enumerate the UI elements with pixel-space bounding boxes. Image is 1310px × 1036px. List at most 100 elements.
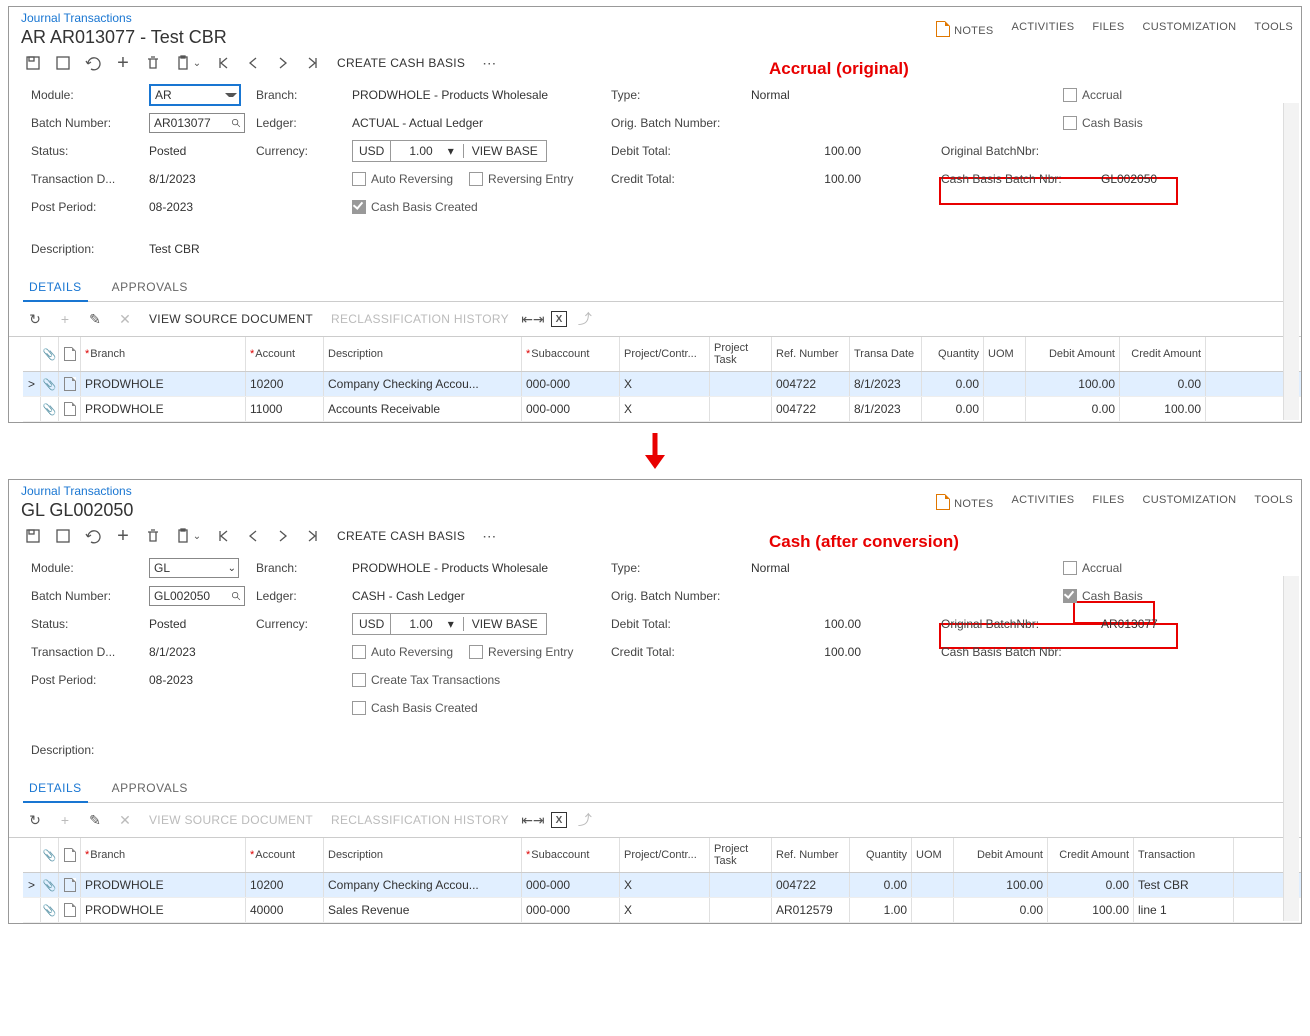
file-icon[interactable] — [64, 903, 76, 917]
conversion-arrow — [0, 431, 1310, 471]
fit-icon[interactable]: ⇤⇥ — [521, 308, 545, 330]
description-value: Test CBR — [149, 242, 200, 256]
cashbasiscreated-checkbox[interactable] — [352, 701, 366, 715]
fit-icon[interactable]: ⇤⇥ — [521, 809, 545, 831]
files-button[interactable]: FILES — [1092, 21, 1124, 37]
attach-icon[interactable]: 📎 — [43, 403, 57, 416]
first-icon[interactable] — [211, 525, 235, 547]
tab-approvals[interactable]: APPROVALS — [106, 272, 194, 301]
save-icon[interactable] — [51, 525, 75, 547]
annotation-cash: Cash (after conversion) — [769, 532, 959, 552]
last-icon[interactable] — [301, 525, 325, 547]
prev-icon[interactable] — [241, 52, 265, 74]
customization-button[interactable]: CUSTOMIZATION — [1142, 494, 1236, 510]
tab-details[interactable]: DETAILS — [23, 272, 88, 302]
grid-delete-icon: ✕ — [113, 308, 137, 330]
upload-icon: ⤴ — [573, 809, 597, 831]
file-icon[interactable] — [64, 878, 76, 892]
save-close-icon[interactable] — [21, 525, 45, 547]
batchnbr-input[interactable]: GL002050 — [149, 586, 245, 606]
credittotal-label: Credit Total: — [611, 172, 751, 186]
more-icon[interactable]: ⋯ — [477, 52, 501, 74]
undo-icon[interactable] — [81, 52, 105, 74]
export-icon[interactable]: X — [551, 311, 567, 327]
create-cash-basis-button[interactable]: CREATE CASH BASIS — [331, 56, 471, 70]
last-icon[interactable] — [301, 52, 325, 74]
type-label: Type: — [611, 88, 751, 102]
add-icon[interactable]: + — [111, 525, 135, 547]
debittotal-value: 100.00 — [751, 144, 861, 158]
file-icon[interactable] — [64, 402, 76, 416]
activities-button[interactable]: ACTIVITIES — [1011, 494, 1074, 510]
reversingentry-checkbox[interactable] — [469, 645, 483, 659]
toolbar: + ⌄ CREATE CASH BASIS ⋯ — [9, 48, 1301, 82]
delete-icon[interactable] — [141, 52, 165, 74]
table-row[interactable]: >📎PRODWHOLE10200Company Checking Accou..… — [23, 873, 1301, 898]
grid-delete-icon: ✕ — [113, 809, 137, 831]
search-icon[interactable] — [231, 591, 242, 602]
autoreversing-checkbox[interactable] — [352, 645, 366, 659]
grid-add-icon: + — [53, 308, 77, 330]
description-label: Description: — [31, 242, 149, 256]
tools-button[interactable]: TOOLS — [1254, 494, 1293, 510]
autoreversing-checkbox[interactable] — [352, 172, 366, 186]
notes-button[interactable]: NOTES — [936, 494, 993, 510]
refresh-icon[interactable]: ↻ — [23, 809, 47, 831]
module-select[interactable]: AR — [149, 84, 241, 106]
cashbasis-checkbox — [1063, 589, 1077, 603]
module-select[interactable]: GL⌄ — [149, 558, 239, 578]
view-base-button[interactable]: VIEW BASE — [463, 144, 546, 158]
reclass-button: RECLASSIFICATION HISTORY — [325, 813, 515, 827]
cashbasisbn-value[interactable]: GL002050 — [1101, 172, 1157, 186]
grid-add-icon: + — [53, 809, 77, 831]
tab-details[interactable]: DETAILS — [23, 773, 88, 803]
next-icon[interactable] — [271, 52, 295, 74]
next-icon[interactable] — [271, 525, 295, 547]
first-icon[interactable] — [211, 52, 235, 74]
edit-icon[interactable]: ✎ — [83, 809, 107, 831]
activities-button[interactable]: ACTIVITIES — [1011, 21, 1074, 37]
reversingentry-checkbox[interactable] — [469, 172, 483, 186]
attach-icon[interactable]: 📎 — [43, 879, 57, 892]
attach-icon[interactable]: 📎 — [43, 904, 57, 917]
edit-icon[interactable]: ✎ — [83, 308, 107, 330]
currency-box[interactable]: USD1.00▾VIEW BASE — [352, 140, 547, 162]
createtax-checkbox[interactable] — [352, 673, 366, 687]
refresh-icon[interactable]: ↻ — [23, 308, 47, 330]
breadcrumb[interactable]: Journal Transactions — [21, 484, 132, 498]
tab-approvals[interactable]: APPROVALS — [106, 773, 194, 802]
batchnbr-input[interactable]: AR013077 — [149, 113, 245, 133]
customization-button[interactable]: CUSTOMIZATION — [1142, 21, 1236, 37]
clipboard-icon[interactable]: ⌄ — [171, 52, 205, 74]
undo-icon[interactable] — [81, 525, 105, 547]
table-row[interactable]: >📎PRODWHOLE10200Company Checking Accou..… — [23, 372, 1301, 397]
delete-icon[interactable] — [141, 525, 165, 547]
create-cash-basis-button[interactable]: CREATE CASH BASIS — [331, 529, 471, 543]
clipboard-icon[interactable]: ⌄ — [171, 525, 205, 547]
cashbasis-checkbox — [1063, 116, 1077, 130]
note-icon — [936, 21, 950, 37]
prev-icon[interactable] — [241, 525, 265, 547]
more-icon[interactable]: ⋯ — [477, 525, 501, 547]
origbatchnbr-label: Original BatchNbr: — [941, 144, 1101, 158]
save-close-icon[interactable] — [21, 52, 45, 74]
search-icon[interactable] — [231, 118, 242, 129]
module-label: Module: — [31, 88, 149, 102]
breadcrumb[interactable]: Journal Transactions — [21, 11, 132, 25]
files-button[interactable]: FILES — [1092, 494, 1124, 510]
postperiod-label: Post Period: — [31, 200, 149, 214]
export-icon[interactable]: X — [551, 812, 567, 828]
cashbasiscreated-checkbox — [352, 200, 366, 214]
currency-label: Currency: — [256, 144, 352, 158]
notes-button[interactable]: NOTES — [936, 21, 993, 37]
view-source-button[interactable]: VIEW SOURCE DOCUMENT — [143, 312, 319, 326]
tools-button[interactable]: TOOLS — [1254, 21, 1293, 37]
currency-box[interactable]: USD1.00▾VIEW BASE — [352, 613, 547, 635]
add-icon[interactable]: + — [111, 52, 135, 74]
save-icon[interactable] — [51, 52, 75, 74]
origbatchnbr-value[interactable]: AR013077 — [1101, 617, 1158, 631]
file-icon[interactable] — [64, 377, 76, 391]
table-row[interactable]: 📎PRODWHOLE11000Accounts Receivable000-00… — [23, 397, 1301, 422]
attach-icon[interactable]: 📎 — [43, 378, 57, 391]
table-row[interactable]: 📎PRODWHOLE40000Sales Revenue000-000XAR01… — [23, 898, 1301, 923]
